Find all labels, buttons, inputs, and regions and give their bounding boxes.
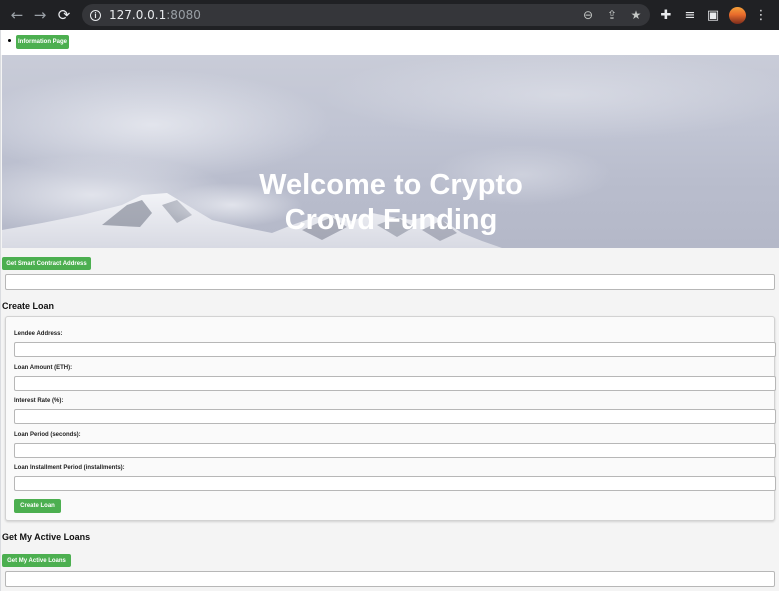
contract-address-output [5, 274, 775, 290]
active-loans-output [5, 571, 775, 587]
create-loan-heading: Create Loan [2, 301, 55, 311]
interest-rate-label: Interest Rate (%): [14, 398, 64, 404]
menu-icon[interactable]: ⋮ [752, 6, 770, 24]
create-loan-form: Lendee Address: Loan Amount (ETH): Inter… [5, 316, 776, 521]
hero-title: Welcome to Crypto Crowd Funding [2, 168, 779, 238]
forward-arrow-icon[interactable]: → [29, 4, 51, 26]
site-info-icon[interactable]: i [90, 9, 101, 21]
url-text: 127.0.0.1:8080 [109, 8, 201, 22]
interest-rate-input[interactable] [14, 409, 776, 424]
address-bar[interactable]: i 127.0.0.1:8080 ⊖ ⇪ ★ [82, 4, 650, 26]
installment-period-input[interactable] [14, 476, 776, 491]
loan-amount-label: Loan Amount (ETH): [14, 365, 73, 371]
lendee-address-input[interactable] [14, 342, 776, 357]
list-bullet [8, 39, 11, 42]
loan-period-input[interactable] [14, 443, 776, 458]
page-content: Information Page Welcome to Crypto Crowd… [0, 30, 779, 591]
get-my-active-loans-button[interactable]: Get My Active Loans [2, 554, 71, 567]
extensions-icon[interactable]: ✚ [657, 6, 675, 24]
loan-period-label: Loan Period (seconds): [14, 432, 81, 438]
url-host: 127.0.0.1 [109, 8, 167, 22]
zoom-icon[interactable]: ⊖ [580, 7, 596, 23]
hero-title-line-1: Welcome to Crypto [259, 169, 523, 201]
share-icon[interactable]: ⇪ [604, 7, 620, 23]
lendee-address-label: Lendee Address: [14, 331, 63, 337]
create-loan-button[interactable]: Create Loan [14, 499, 61, 513]
information-page-button[interactable]: Information Page [16, 35, 69, 49]
hero-title-line-2: Crowd Funding [284, 204, 498, 236]
hero-banner: Welcome to Crypto Crowd Funding [2, 55, 779, 248]
back-arrow-icon[interactable]: ← [6, 4, 28, 26]
profile-avatar[interactable] [729, 7, 746, 24]
side-panel-icon[interactable]: ▣ [704, 6, 722, 24]
get-smart-contract-address-button[interactable]: Get Smart Contract Address [2, 257, 91, 270]
active-loans-heading: Get My Active Loans [2, 532, 91, 542]
reload-icon[interactable]: ⟳ [53, 4, 75, 26]
url-port: :8080 [166, 8, 201, 22]
installment-period-label: Loan Installment Period (installments): [14, 465, 125, 471]
browser-toolbar: ← → ⟳ i 127.0.0.1:8080 ⊖ ⇪ ★ ✚ ≡ ▣ ⋮ [0, 0, 779, 30]
loan-amount-input[interactable] [14, 376, 776, 391]
media-control-icon[interactable]: ≡ [681, 6, 699, 24]
top-navigation: Information Page [1, 30, 779, 55]
bookmark-star-icon[interactable]: ★ [628, 7, 644, 23]
